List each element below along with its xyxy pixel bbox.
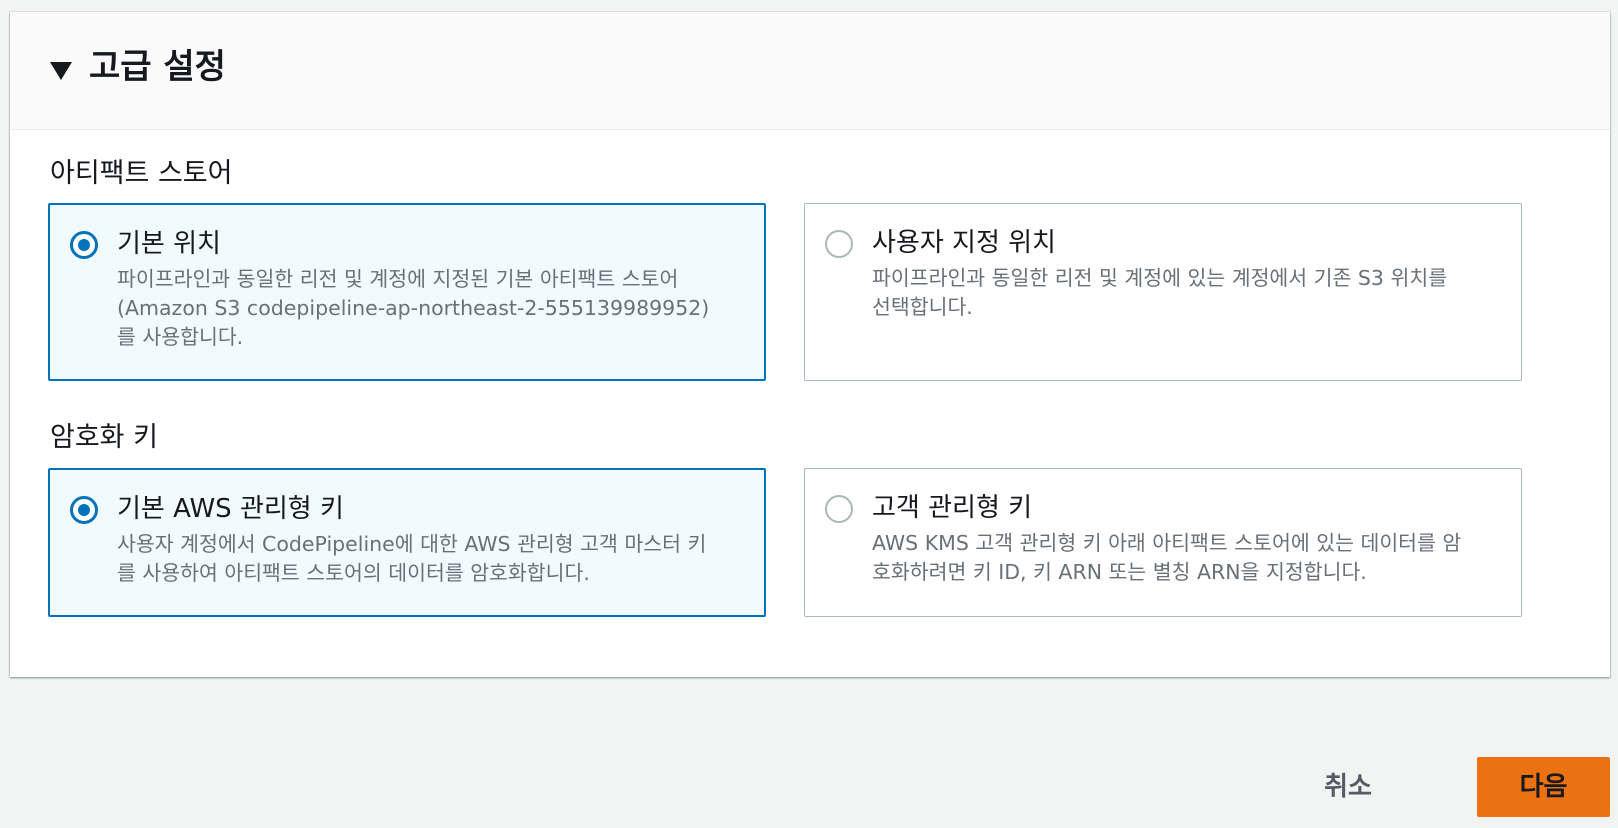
option-description: 파이프라인과 동일한 리전 및 계정에 있는 계정에서 기존 S3 위치를 선택… xyxy=(872,266,1448,319)
next-button[interactable]: 다음 xyxy=(1477,757,1610,817)
cancel-button[interactable]: 취소 xyxy=(1306,762,1390,812)
artifact-store-label: 아티팩트 스토어 xyxy=(50,158,233,189)
artifact-store-custom-option[interactable]: 사용자 지정 위치 파이프라인과 동일한 리전 및 계정에 있는 계정에서 기존… xyxy=(804,203,1522,381)
encryption-customer-key-option[interactable]: 고객 관리형 키 AWS KMS 고객 관리형 키 아래 아티팩트 스토어에 있… xyxy=(804,468,1522,617)
radio-unselected-icon[interactable] xyxy=(825,495,853,523)
option-title: 기본 AWS 관리형 키 xyxy=(117,494,344,524)
caret-down-icon[interactable] xyxy=(50,62,72,80)
radio-unselected-icon[interactable] xyxy=(825,230,853,258)
panel-title: 고급 설정 xyxy=(89,47,226,87)
option-title: 고객 관리형 키 xyxy=(872,493,1033,523)
encryption-key-label: 암호화 키 xyxy=(50,422,158,453)
option-title: 사용자 지정 위치 xyxy=(872,228,1056,258)
option-description: AWS KMS 고객 관리형 키 아래 아티팩트 스토어에 있는 데이터를 암 … xyxy=(872,531,1462,584)
option-title: 기본 위치 xyxy=(117,229,221,259)
encryption-default-aws-key-option[interactable]: 기본 AWS 관리형 키 사용자 계정에서 CodePipeline에 대한 A… xyxy=(48,468,766,617)
artifact-store-default-option[interactable]: 기본 위치 파이프라인과 동일한 리전 및 계정에 지정된 기본 아티팩트 스토… xyxy=(48,203,766,381)
advanced-settings-panel: 고급 설정 아티팩트 스토어 기본 위치 파이프라인과 동일한 리전 및 계정에… xyxy=(10,12,1610,677)
option-description: 파이프라인과 동일한 리전 및 계정에 지정된 기본 아티팩트 스토어 (Ama… xyxy=(117,267,710,349)
option-description: 사용자 계정에서 CodePipeline에 대한 AWS 관리형 고객 마스터… xyxy=(117,532,707,585)
radio-selected-icon[interactable] xyxy=(70,231,98,259)
radio-selected-icon[interactable] xyxy=(70,496,98,524)
advanced-settings-header[interactable]: 고급 설정 xyxy=(10,12,1610,130)
